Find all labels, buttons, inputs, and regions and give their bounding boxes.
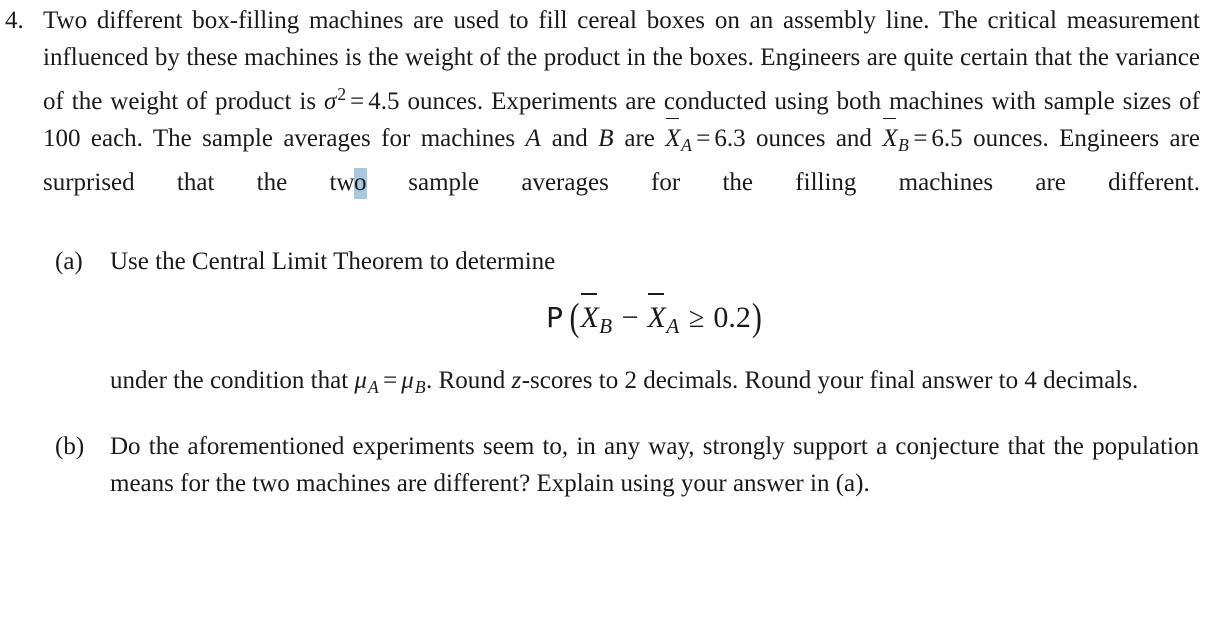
xbar-b-symbol: X [882,117,898,157]
sigma-exponent: 2 [337,84,347,104]
z-score-symbol: z [511,366,522,394]
equation-open-paren: ( [569,295,580,340]
eq-xbar-a-symbol: X [648,293,666,340]
document-page: 4. Two different box-filling machines ar… [0,0,1226,624]
sigma-symbol: σ [324,88,337,116]
equation-threshold-value: 0.2 [713,301,751,334]
part-b-text: Do the aforementioned experiments seem t… [110,432,1199,497]
mu-a-subscript: A [367,376,379,397]
equals-sign-2: = [696,125,711,153]
equation-greater-equal-operator: ≥ [688,303,705,334]
eq-xbar-b-symbol: X [580,293,599,340]
equals-sign-3: = [913,125,928,153]
xbar-a-subscript: A [681,134,692,155]
xbar-a-value: 6.3 [714,125,746,153]
part-a-body: Use the Central Limit Theorem to determi… [110,243,1199,406]
mu-b-symbol: μ [401,366,414,394]
xbar-a-symbol: X [665,117,681,157]
eq-xbar-b-subscript: B [599,313,613,338]
part-a: (a) Use the Central Limit Theorem to det… [0,243,1206,406]
xbar-b-value: 6.5 [931,125,963,153]
equation-minus-operator: − [621,301,639,334]
problem-4: 4. Two different box-filling machines ar… [0,2,1206,238]
mu-a-symbol: μ [354,366,367,394]
text-selection-highlight[interactable]: o [354,167,367,199]
part-b-body: Do the aforementioned experiments seem t… [110,428,1199,502]
problem-stem-text: Two different box-filling machines are u… [43,2,1200,238]
machine-b-label: B [598,125,614,153]
probability-operator: P [546,301,564,334]
condition-segment-3: -scores to 2 decimals. Round your final … [521,366,1139,394]
condition-segment-2: . Round [426,366,512,394]
stem-segment-3: and [541,125,599,153]
part-a-intro: Use the Central Limit Theorem to determi… [110,248,556,275]
stem-segment-7: sample averages for the filling machines… [366,168,1200,196]
problem-number: 4. [5,7,24,34]
stem-segment-5: ounces and [745,125,883,153]
part-b-label: (b) [55,432,85,460]
part-b: (b) Do the aforementioned experiments se… [0,428,1206,502]
mu-b-subscript: B [414,376,426,397]
stem-segment-4: are [613,125,666,153]
xbar-b-subscript: B [898,134,909,155]
equals-sign-1: = [350,88,365,116]
part-a-label: (a) [55,248,83,275]
probability-equation: P (XB − XA ≥0.2) [110,293,1199,348]
eq-xbar-a-subscript: A [666,313,680,338]
problem-parts: (a) Use the Central Limit Theorem to det… [0,243,1206,508]
mu-equals-sign: = [383,366,398,394]
machine-a-label: A [525,125,541,153]
condition-segment-1: under the condition that [110,366,355,394]
part-a-conditions: under the condition that μA = μB. Round z-… [110,362,1199,406]
equation-close-paren: ) [751,295,762,340]
variance-value: 4.5 [368,88,400,116]
